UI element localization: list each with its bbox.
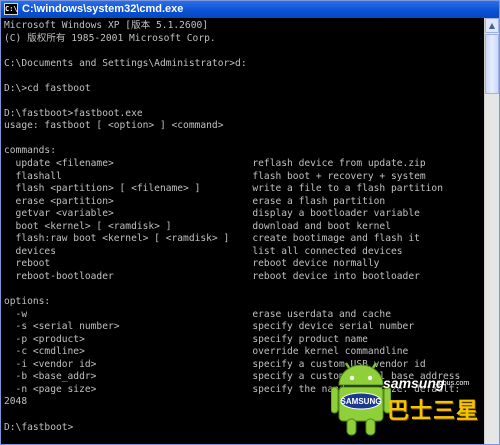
console-line: flash <partition> [ <filename> ] write a…	[4, 183, 443, 195]
console-line: -w erase userdata and cache	[4, 308, 391, 320]
console-line: reboot-bootloader reboot device into boo…	[4, 270, 420, 282]
console-line: update <filename> reflash device from up…	[4, 158, 426, 170]
scroll-thumb[interactable]	[485, 34, 499, 94]
cmd-window: C:\ C:\windows\system32\cmd.exe Microsof…	[0, 0, 500, 445]
watermark-cn-title: 巴士三星	[387, 399, 480, 424]
title-bar[interactable]: C:\ C:\windows\system32\cmd.exe	[1, 1, 499, 18]
console-line: -p <product> specify product name	[4, 333, 368, 345]
console-line: Microsoft Windows XP [版本 5.1.2600]	[4, 20, 209, 31]
scroll-up-button[interactable]: ▲	[485, 18, 499, 33]
console-line: (C) 版权所有 1985-2001 Microsoft Corp.	[4, 32, 216, 44]
console-line: commands:	[4, 145, 56, 157]
console-line: boot <kernel> [ <ramdisk> ] download and…	[4, 220, 391, 232]
cmd-icon[interactable]: C:\	[4, 3, 18, 15]
svg-text:SAMSUNG: SAMSUNG	[341, 397, 382, 406]
console-line: flashall flash boot + recovery + system	[4, 170, 426, 182]
console-line: flash:raw boot <kernel> [ <ramdisk> ] cr…	[4, 233, 420, 245]
console-line: -s <serial number> specify device serial…	[4, 321, 415, 333]
window-title: C:\windows\system32\cmd.exe	[22, 3, 184, 15]
console-line: options:	[4, 296, 51, 308]
watermark-url: .tgbus.com	[435, 380, 470, 387]
console-line: devices list all connected devices	[4, 245, 403, 257]
console-line: reboot reboot device normally	[4, 258, 380, 270]
watermark-logo: SAMSUNG samsung .tgbus.com 巴士三星	[331, 361, 481, 441]
console-line: C:\Documents and Settings\Administrator>…	[4, 57, 247, 69]
console-line: erase <partition> erase a flash partitio…	[4, 195, 386, 207]
android-robot-icon: SAMSUNG	[331, 362, 391, 436]
vertical-scrollbar[interactable]: ▲	[484, 18, 499, 444]
console-line: -c <cmdline> override kernel commandline	[4, 346, 409, 358]
console-line: D:\>cd fastboot	[4, 82, 91, 94]
console-line: getvar <variable> display a bootloader v…	[4, 208, 420, 220]
console-line: usage: fastboot [ <option> ] <command>	[4, 120, 224, 132]
console-line: D:\fastboot>fastboot.exe	[4, 107, 143, 119]
